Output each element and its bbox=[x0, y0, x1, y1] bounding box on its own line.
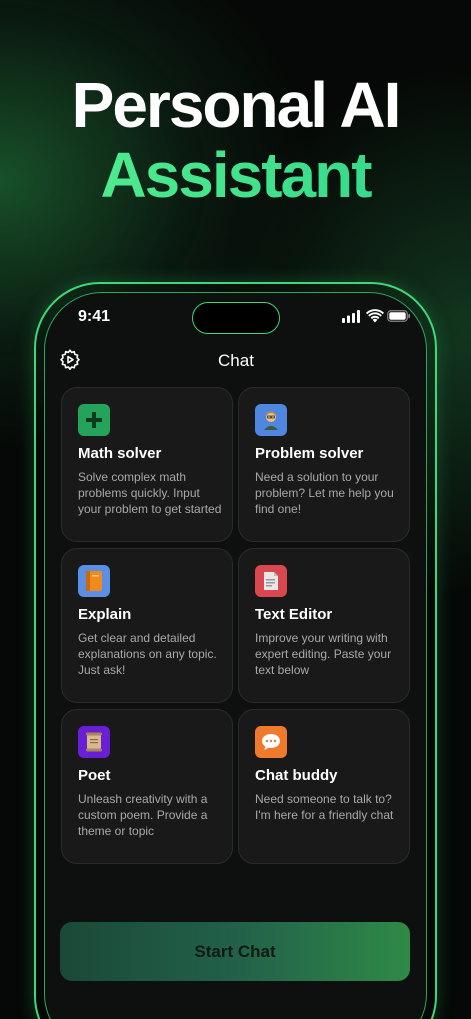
card-title: Math solver bbox=[78, 445, 162, 462]
card-description: Need someone to talk to? I'm here for a … bbox=[255, 792, 394, 822]
book-icon bbox=[78, 565, 110, 597]
card-math-solver[interactable]: Math solver Solve complex math problems … bbox=[61, 387, 233, 542]
card-title: Text Editor bbox=[255, 606, 333, 623]
card-problem-solver[interactable]: Problem solver Need a solution to your p… bbox=[238, 387, 410, 542]
start-chat-button[interactable]: Start Chat bbox=[60, 922, 410, 981]
card-description: Solve complex math problems quickly. Inp… bbox=[78, 470, 222, 516]
settings-button[interactable] bbox=[58, 348, 82, 372]
dynamic-island bbox=[192, 302, 280, 334]
hero-headline: Personal AI Assistant bbox=[0, 70, 471, 210]
page-title: Chat bbox=[218, 351, 254, 370]
card-description: Get clear and detailed explanations on a… bbox=[78, 631, 217, 677]
gear-icon bbox=[58, 349, 82, 376]
card-poet[interactable]: Poet Unleash creativity with a custom po… bbox=[61, 709, 233, 864]
status-time: 9:41 bbox=[78, 308, 111, 325]
card-text-editor[interactable]: Text Editor Improve your writing with ex… bbox=[238, 548, 410, 703]
battery-icon bbox=[387, 309, 411, 323]
wifi-icon bbox=[366, 309, 384, 323]
card-description: Need a solution to your problem? Let me … bbox=[255, 470, 394, 516]
speech-bubble-icon bbox=[255, 726, 287, 758]
card-chat-buddy[interactable]: Chat buddy Need someone to talk to? I'm … bbox=[238, 709, 410, 864]
card-title: Chat buddy bbox=[255, 767, 338, 784]
card-title: Explain bbox=[78, 606, 132, 623]
teacher-icon bbox=[255, 404, 287, 436]
card-title: Poet bbox=[78, 767, 111, 784]
card-title: Problem solver bbox=[255, 445, 364, 462]
status-icons bbox=[341, 309, 411, 325]
card-description: Unleash creativity with a custom poem. P… bbox=[78, 792, 208, 838]
plus-icon bbox=[78, 404, 110, 436]
document-icon bbox=[255, 565, 287, 597]
signal-icon bbox=[341, 309, 361, 323]
scroll-icon bbox=[78, 726, 110, 758]
headline-line-1: Personal AI bbox=[71, 69, 402, 141]
card-explain[interactable]: Explain Get clear and detailed explanati… bbox=[61, 548, 233, 703]
card-description: Improve your writing with expert editing… bbox=[255, 631, 392, 677]
headline-line-2: Assistant bbox=[0, 140, 471, 210]
